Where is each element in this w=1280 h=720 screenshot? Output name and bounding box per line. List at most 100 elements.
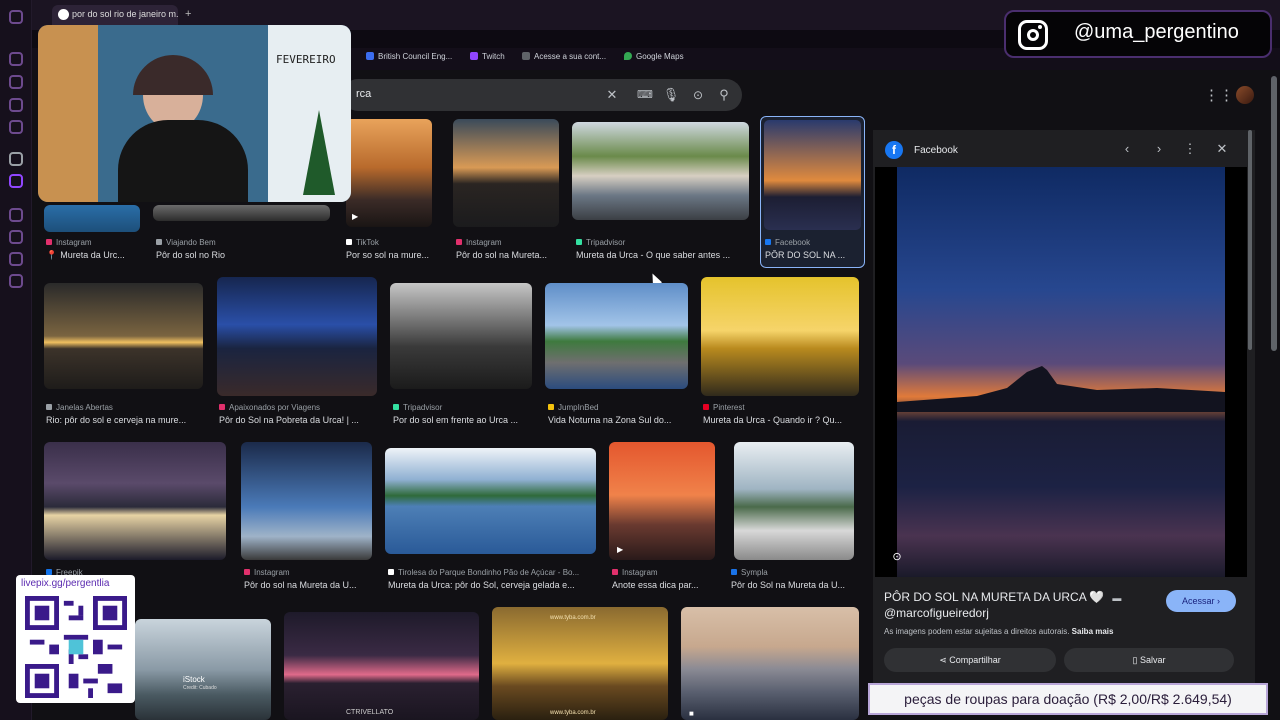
image-result[interactable]: ▶ [346,119,432,227]
keyboard-icon[interactable]: ⌨ [636,86,654,104]
avatar[interactable] [1236,86,1254,104]
image-result[interactable]: ▶ [609,442,715,560]
image-result[interactable]: CTRIVELLATO [284,612,479,720]
chevron-right-icon[interactable]: › [1151,141,1167,156]
facebook-icon [765,239,771,245]
search-input[interactable]: rca [356,88,371,100]
lens-icon[interactable]: ⊙ [889,549,905,565]
webcam-overlay: FEVEREIRO [38,25,351,202]
result-title[interactable]: Por do sol em frente ao Urca ... [393,415,533,425]
result-title[interactable]: Vida Noturna na Zona Sul do... [548,415,690,425]
page-scrollbar[interactable] [1271,76,1277,351]
image-result[interactable] [241,442,372,560]
result-title[interactable]: Mureta da Urca: pôr do Sol, cerveja gela… [388,580,596,590]
image-size-icon: ▬ [1112,593,1122,603]
qr-code [25,596,127,698]
result-title[interactable]: Pôr do Sol na Mureta da U... [731,580,856,590]
search-box[interactable] [342,79,742,111]
result-source: Instagram [244,568,372,577]
watermark: www.tyba.com.br [550,615,596,621]
lens-icon[interactable]: ⊙ [689,86,707,104]
save-button[interactable]: ▯ Salvar [1064,648,1234,672]
result-title[interactable]: Rio: pôr do sol e cerveja na mure... [46,415,206,425]
image-result[interactable] [390,283,532,389]
bookmark-account[interactable]: Acesse a sua cont... [522,52,606,61]
image-result[interactable] [44,283,203,389]
new-tab-icon[interactable]: + [185,8,191,20]
wall-sign: FEVEREIRO [276,53,336,66]
instagram-handle: @uma_pergentino [1074,21,1239,43]
image-result[interactable]: ■ [44,442,226,560]
image-result[interactable] [453,119,559,227]
result-title[interactable]: Mureta da Urca - Quando ir ? Qu... [703,415,860,425]
image-result[interactable] [44,205,140,232]
image-result[interactable] [734,442,854,560]
chevron-left-icon[interactable]: ‹ [1119,141,1135,156]
sidebar-app-icon[interactable] [9,252,23,266]
visit-button[interactable]: Acessar › [1166,590,1236,612]
panel-scrollbar[interactable] [1248,130,1252,350]
tab-title: por do sol rio de janeiro m... [72,9,178,19]
watermark: www.tyba.com.br [550,710,596,716]
image-result[interactable] [153,205,330,221]
result-title[interactable]: 📍 Mureta da Urc... [46,250,146,261]
result-source: Instagram [46,238,146,247]
sidebar-app-icon[interactable] [9,98,23,112]
video-icon: ■ [689,709,694,718]
result-source: Tripadvisor [576,238,746,247]
result-title[interactable]: Pôr do sol no Rio [156,250,326,260]
image-result[interactable]: www.tyba.com.br www.tyba.com.br [492,607,668,720]
site-icon [219,404,225,410]
microphone-icon[interactable]: 🎙 [662,86,680,104]
panel-account[interactable]: @marcofigueiredorj [884,606,989,620]
bookmark-british-council[interactable]: British Council Eng... [366,52,452,61]
image-result[interactable] [572,122,749,220]
result-source: Facebook [765,238,860,247]
instagram-icon [46,239,52,245]
result-source: Sympla [731,568,856,577]
share-icon: ⋖ [939,655,950,665]
clear-icon[interactable]: ✕ [603,86,621,104]
bookmark-icon [522,52,530,60]
mountain-silhouette [897,366,1225,412]
result-title[interactable]: Anote essa dica par... [612,580,716,590]
result-title[interactable]: Pôr do sol na Mureta da U... [244,580,372,590]
sidebar-app-icon[interactable] [9,208,23,222]
search-icon[interactable]: ⚲ [715,86,733,104]
image-result[interactable] [217,277,377,396]
tripadvisor-icon [393,404,399,410]
result-title[interactable]: Pôr do sol na Mureta... [456,250,560,260]
more-options-icon[interactable]: ⋮ [1182,141,1198,157]
result-title[interactable]: Mureta da Urca - O que saber antes ... [576,250,752,260]
preview-image[interactable] [875,167,1247,577]
share-button[interactable]: ⋖ Compartilhar [884,648,1056,672]
learn-more-link[interactable]: Saiba mais [1072,627,1114,636]
image-result[interactable]: ■ [681,607,859,720]
result-title[interactable]: Por so sol na mure... [346,250,438,260]
instagram-icon [244,569,250,575]
tab-google-search[interactable]: por do sol rio de janeiro m... [52,5,178,25]
chatgpt-icon[interactable] [9,152,23,166]
result-title[interactable]: Pôr do Sol na Pobreta da Urca! | ... [219,415,381,425]
image-result[interactable]: iStock Credit: Cubado [135,619,271,720]
result-source: Tripadvisor [393,403,533,412]
tiktok-icon [346,239,352,245]
menu-icon[interactable] [9,10,23,24]
bookmark-icon: ▯ [1132,655,1140,665]
sidebar-app-icon[interactable] [9,52,23,66]
sidebar-app-icon[interactable] [9,75,23,89]
panel-title[interactable]: PÔR DO SOL NA MURETA DA URCA 🤍 ▬ [884,590,1121,604]
sidebar-app-icon[interactable] [9,274,23,288]
close-icon[interactable]: ✕ [1214,141,1230,157]
result-title[interactable]: PÔR DO SOL NA ... [765,250,860,260]
bookmark-twitch[interactable]: Twitch [470,52,505,61]
panel-source[interactable]: Facebook [914,145,958,156]
sidebar-app-icon[interactable] [9,230,23,244]
image-result[interactable] [385,448,596,554]
twitch-icon[interactable] [9,174,23,188]
image-result[interactable] [545,283,688,389]
image-result[interactable] [701,277,859,396]
google-icon [58,9,69,20]
sidebar-app-icon[interactable] [9,120,23,134]
bookmark-google-maps[interactable]: Google Maps [624,52,684,61]
